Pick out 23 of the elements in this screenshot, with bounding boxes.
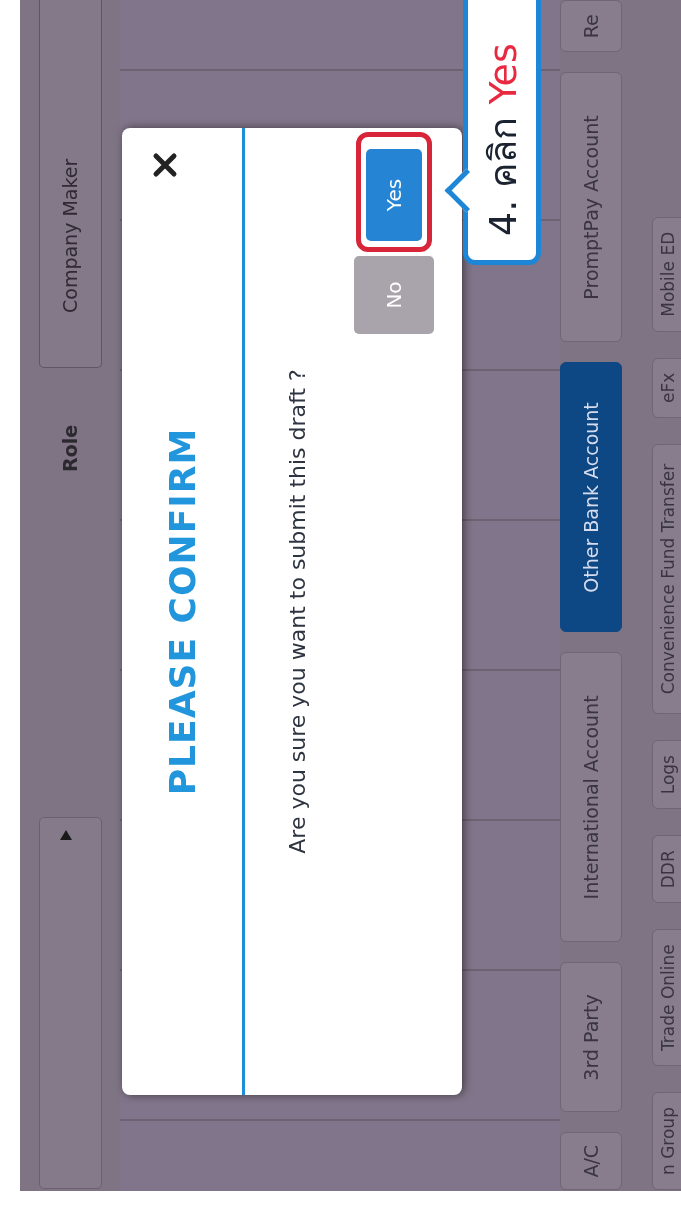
sub-tab[interactable]: Mobile ED [652,216,681,332]
sub-tab[interactable]: Convenience Fund Transfer [652,444,681,715]
sub-tab[interactable]: eFx [652,357,681,419]
sub-tab[interactable]: DDR [652,835,681,904]
cancel-button[interactable]: No [354,256,434,334]
close-icon[interactable] [152,152,178,178]
field-label: Role [59,423,81,472]
caret-icon [59,830,72,840]
tab[interactable]: A/C [560,1132,622,1190]
confirm-button[interactable]: Yes [366,149,422,241]
tab[interactable]: Other Bank Account [560,362,622,633]
tab[interactable]: Re [560,0,622,53]
sub-tab[interactable]: n Group [652,1092,681,1190]
sub-tab[interactable]: Logs [652,740,681,810]
dialog-title: PLEASE CONFIRM [161,427,203,796]
callout-text: 4. คลิก Yes [479,43,526,236]
tab[interactable]: 3rd Party [560,962,622,1113]
tab[interactable]: PromptPay Account [560,72,622,343]
tab[interactable]: International Account [560,652,622,943]
dropdown-field[interactable] [38,817,102,1189]
dialog-message: Are you sure you want to submit this draft ? [285,369,310,854]
role-field[interactable]: Company Maker [38,0,102,368]
sub-tab[interactable]: Trade Online [652,929,681,1067]
